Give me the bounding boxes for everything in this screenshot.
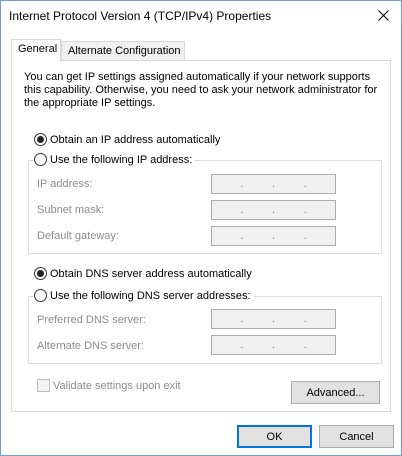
obtain-dns-automatically-label: Obtain DNS server address automatically — [50, 267, 252, 280]
dialog-window: Internet Protocol Version 4 (TCP/IPv4) P… — [0, 0, 402, 456]
use-following-ip-label: Use the following IP address: — [50, 153, 193, 166]
alternate-dns-field[interactable]: ... — [211, 335, 336, 355]
validate-settings-label: Validate settings upon exit — [53, 379, 181, 392]
description-text: You can get IP settings assigned automat… — [24, 71, 378, 109]
preferred-dns-label: Preferred DNS server: — [37, 314, 146, 326]
validate-settings-option[interactable]: Validate settings upon exit — [37, 379, 181, 392]
default-gateway-label: Default gateway: — [37, 230, 119, 242]
preferred-dns-field[interactable]: ... — [211, 309, 336, 329]
cancel-button[interactable]: Cancel — [319, 425, 394, 448]
advanced-button[interactable]: Advanced... — [291, 381, 380, 404]
tab-general[interactable]: General — [11, 39, 61, 62]
close-icon — [377, 9, 389, 21]
obtain-ip-automatically-label: Obtain an IP address automatically — [50, 133, 221, 146]
obtain-dns-automatically-radio[interactable] — [34, 267, 47, 280]
ok-button[interactable]: OK — [237, 425, 312, 448]
title-bar: Internet Protocol Version 4 (TCP/IPv4) P… — [1, 1, 401, 31]
use-following-ip-radio[interactable] — [34, 153, 47, 166]
use-following-dns-option[interactable]: Use the following DNS server addresses: — [34, 289, 254, 302]
use-following-ip-option[interactable]: Use the following IP address: — [34, 153, 196, 166]
alternate-dns-label: Alternate DNS server: — [37, 340, 144, 352]
ip-address-label: IP address: — [37, 178, 93, 190]
use-following-dns-label: Use the following DNS server addresses: — [50, 289, 251, 302]
general-tab-panel: You can get IP settings assigned automat… — [11, 60, 391, 412]
use-following-dns-radio[interactable] — [34, 289, 47, 302]
close-button[interactable] — [369, 3, 397, 27]
obtain-ip-automatically-option[interactable]: Obtain an IP address automatically — [34, 133, 224, 146]
default-gateway-field[interactable]: ... — [211, 226, 336, 246]
obtain-dns-automatically-option[interactable]: Obtain DNS server address automatically — [34, 267, 255, 280]
ip-address-field[interactable]: ... — [211, 174, 336, 194]
obtain-ip-automatically-radio[interactable] — [34, 133, 47, 146]
subnet-mask-label: Subnet mask: — [37, 204, 105, 216]
tab-alternate-configuration[interactable]: Alternate Configuration — [61, 41, 185, 61]
window-title: Internet Protocol Version 4 (TCP/IPv4) P… — [9, 9, 272, 23]
subnet-mask-field[interactable]: ... — [211, 200, 336, 220]
validate-settings-checkbox[interactable] — [37, 379, 50, 392]
